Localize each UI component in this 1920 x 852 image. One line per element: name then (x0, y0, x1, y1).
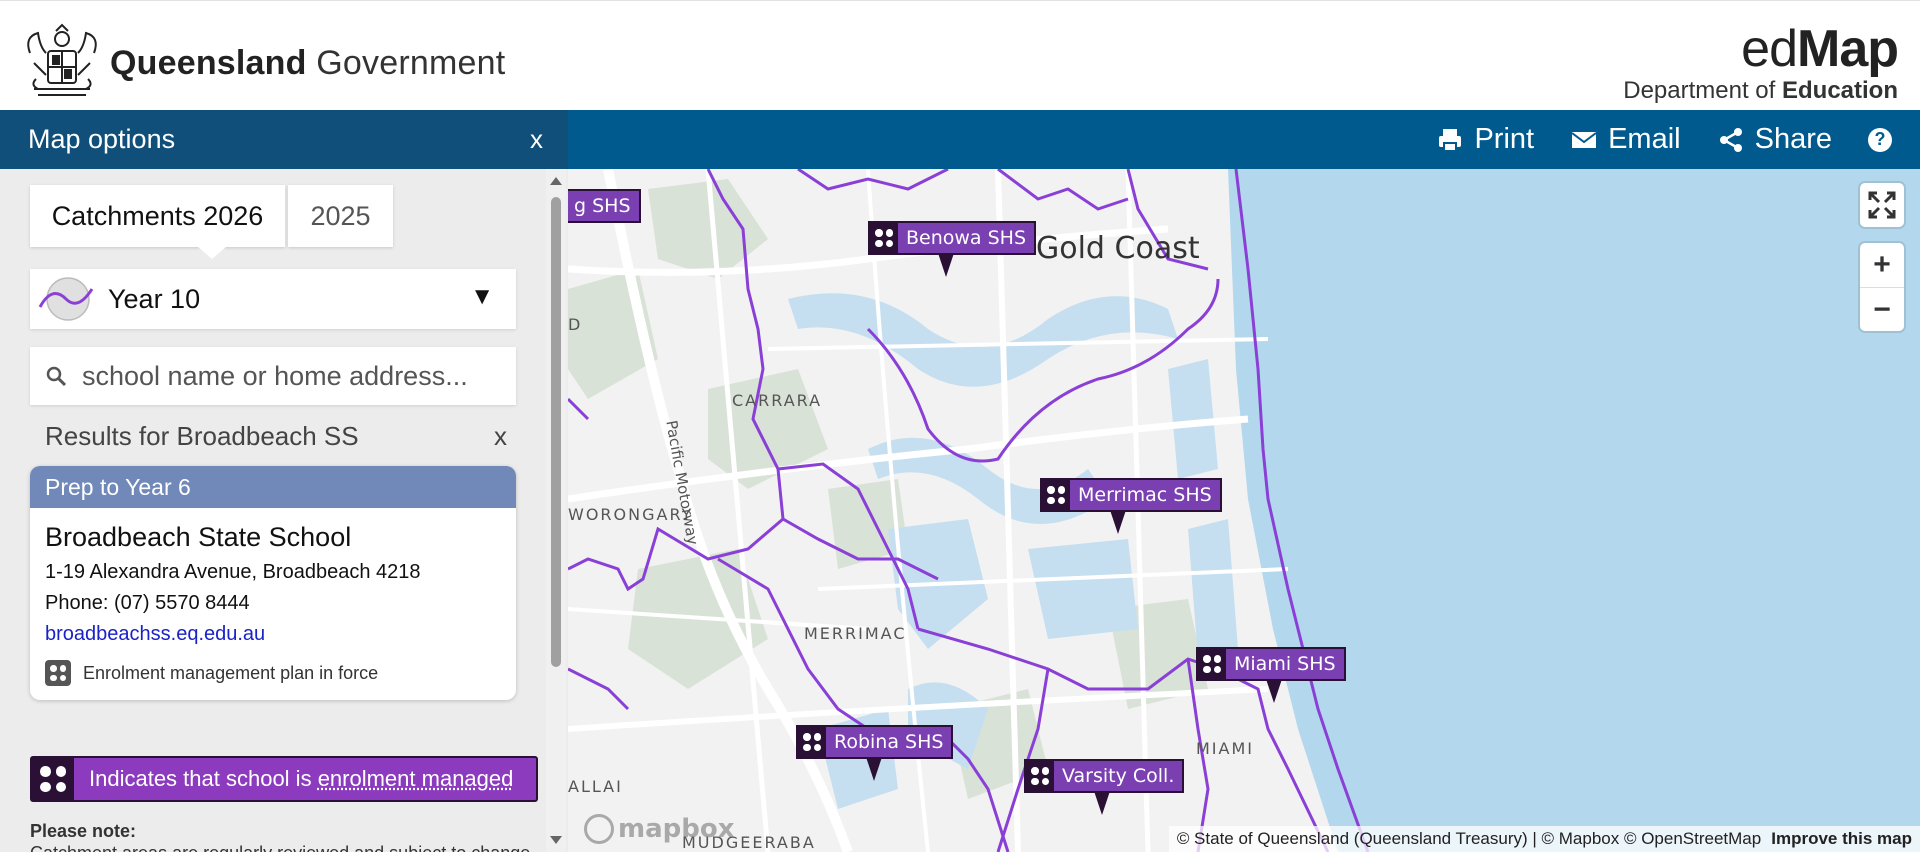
org-name: Queensland Government (110, 43, 506, 82)
coat-of-arms-icon (27, 23, 97, 96)
dropdown-arrow-icon: ▼ (470, 283, 494, 310)
catchment-year-tabs: Catchments 2026 2025 (30, 185, 393, 259)
results-heading: Results for Broadbeach SS (45, 421, 359, 451)
place-label-merrimac: MERRIMAC (804, 624, 907, 643)
top-toolbar: Map options x Print Email Share ? (0, 110, 1920, 169)
app-name: edMap (1741, 20, 1899, 78)
fullscreen-icon (1868, 191, 1896, 219)
email-label: Email (1608, 123, 1681, 155)
improve-map-link[interactable]: Improve this map (1771, 829, 1912, 849)
school-name: Broadbeach State School (45, 522, 352, 552)
share-button[interactable]: Share (1717, 123, 1832, 156)
tab-catchments-2026[interactable]: Catchments 2026 (30, 185, 285, 259)
printer-icon (1439, 128, 1462, 152)
envelope-icon (1571, 131, 1597, 148)
school-marker-label: Miami SHS (1234, 653, 1336, 675)
enrolment-managed-legend: Indicates that school is enrolment manag… (30, 756, 538, 802)
school-marker-label: Varsity Coll. (1062, 765, 1175, 787)
year-level-value: Year 10 (108, 283, 201, 314)
close-panel-button[interactable]: x (530, 124, 543, 155)
scroll-thumb[interactable] (551, 197, 561, 667)
help-icon[interactable]: ? (1868, 127, 1892, 152)
mapbox-logo-text: mapbox (618, 814, 735, 844)
enrolment-note-text: Enrolment management plan in force (83, 662, 379, 683)
clear-results-button[interactable]: x (494, 421, 507, 452)
enrolment-management-note: Enrolment management plan in force (45, 660, 501, 686)
panel-title-text: Map options (28, 124, 176, 154)
email-button[interactable]: Email (1570, 123, 1681, 156)
search-box (30, 347, 516, 405)
school-marker-label: Merrimac SHS (1078, 484, 1212, 506)
mapbox-logo-icon (584, 814, 614, 844)
place-label-worongary: WORONGARY (568, 505, 694, 524)
school-marker[interactable]: Varsity Coll. (1024, 759, 1185, 815)
school-website-link[interactable]: broadbeachss.eq.edu.au (45, 623, 501, 646)
school-result-card: Prep to Year 6 Broadbeach State School 1… (30, 466, 516, 700)
edmap-logo[interactable]: edMap Department of Education (1623, 20, 1899, 105)
city-label: Gold Coast (1036, 231, 1200, 266)
zoom-in-button[interactable]: + (1860, 243, 1904, 287)
enrolment-managed-icon (32, 758, 74, 800)
enrolment-managed-icon (870, 223, 898, 253)
note-text: Catchment areas are regularly reviewed a… (30, 843, 535, 852)
school-marker-label: g SHS (574, 195, 631, 217)
search-icon (46, 366, 67, 387)
mapbox-logo[interactable]: mapbox (584, 814, 735, 844)
scroll-up-arrow-icon[interactable] (550, 177, 562, 185)
place-label-edge: D (568, 315, 583, 334)
enrolment-managed-icon (1026, 761, 1054, 791)
zoom-out-button[interactable]: − (1860, 287, 1904, 331)
school-marker-label: Robina SHS (834, 731, 944, 753)
school-marker[interactable]: Benowa SHS (868, 221, 1037, 277)
catchment-line-icon (38, 277, 94, 321)
place-label-allai: ALLAI (568, 777, 623, 796)
department-name: Department of Education (1623, 77, 1898, 104)
print-button[interactable]: Print (1436, 123, 1534, 156)
scroll-down-arrow-icon[interactable] (550, 836, 562, 844)
print-label: Print (1474, 123, 1535, 155)
school-address: 1-19 Alexandra Avenue, Broadbeach 4218 (45, 561, 421, 583)
school-marker[interactable]: Merrimac SHS (1040, 478, 1222, 534)
year-level-select[interactable]: Year 10 ▼ (30, 269, 516, 329)
enrolment-managed-icon (798, 727, 826, 757)
place-label-miami: MIAMI (1196, 739, 1254, 758)
legend-text: Indicates that school is enrolment manag… (89, 766, 514, 791)
queensland-government-logo[interactable]: Queensland Government (20, 23, 505, 103)
enrolment-managed-icon (1198, 649, 1226, 679)
school-marker[interactable]: g SHS (568, 189, 641, 223)
place-label-carrara: CARRARA (732, 391, 823, 410)
map-canvas[interactable]: Gold Coast CARRARA WORONGARY MERRIMAC MI… (568, 169, 1920, 852)
school-marker[interactable]: Miami SHS (1196, 647, 1346, 703)
attribution-text: © State of Queensland (Queensland Treasu… (1176, 829, 1762, 848)
enrolment-managed-icon (45, 660, 71, 686)
share-label: Share (1754, 123, 1832, 155)
map-attribution: © State of Queensland (Queensland Treasu… (1168, 826, 1920, 852)
school-marker-label: Benowa SHS (906, 227, 1027, 249)
search-input[interactable] (82, 360, 502, 392)
school-marker[interactable]: Robina SHS (796, 725, 954, 781)
site-header: Queensland Government edMap Department o… (0, 0, 1920, 110)
school-phone: Phone: (07) 5570 8444 (45, 592, 250, 614)
map-options-panel: Catchments 2026 2025 Year 10 ▼ Results f… (0, 169, 568, 852)
school-category: Prep to Year 6 (30, 466, 516, 508)
enrolment-managed-link[interactable]: enrolment managed (318, 766, 514, 791)
tab-2025[interactable]: 2025 (288, 185, 393, 247)
zoom-control: + − (1860, 243, 1904, 331)
note-title: Please note: (30, 821, 137, 841)
map-tools: Print Email Share ? (1436, 110, 1892, 169)
panel-scrollbar[interactable] (546, 169, 566, 852)
map-options-title: Map options (0, 110, 568, 169)
enrolment-managed-icon (1042, 480, 1070, 510)
share-icon (1719, 127, 1742, 152)
fullscreen-button[interactable] (1860, 183, 1904, 227)
